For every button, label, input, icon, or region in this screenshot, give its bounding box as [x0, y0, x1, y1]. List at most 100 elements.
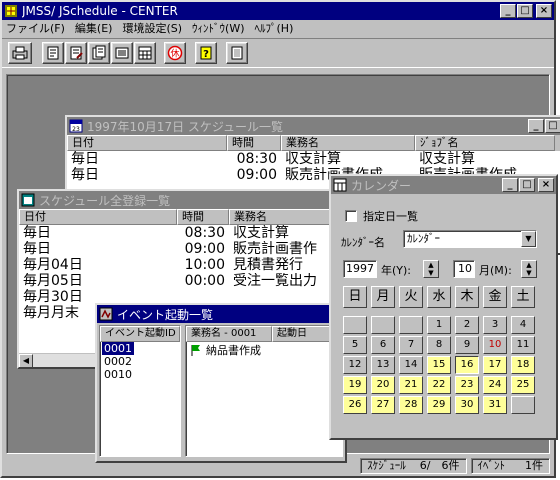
holiday-button[interactable]: 休 [164, 42, 186, 64]
menu-help[interactable]: ﾍﾙﾌﾟ(H) [255, 20, 294, 38]
schedule-list-header: 日付 時間 業務名 ｼﾞｮﾌﾞ名 [67, 135, 560, 151]
maximize-button[interactable]: □ [517, 4, 533, 18]
close-button[interactable]: × [536, 4, 552, 18]
calendar-day[interactable] [371, 316, 395, 334]
column-time[interactable]: 時間 [177, 209, 229, 225]
calendar-day[interactable]: 15 [427, 356, 451, 374]
menu-window[interactable]: ｳｨﾝﾄﾞｳ(W) [192, 20, 244, 38]
calendar-day[interactable]: 17 [483, 356, 507, 374]
year-field[interactable]: 1997 [343, 260, 377, 278]
event-task-list[interactable]: 業務名 - 0001 起動日 納品書作成 [185, 325, 343, 457]
column-date[interactable]: 日付 [67, 135, 227, 151]
minimize-button[interactable]: _ [528, 119, 544, 133]
all-schedules-title-bar[interactable]: スケジュール全登録一覧 [19, 191, 375, 209]
new-schedule-button[interactable] [42, 42, 64, 64]
calendar-name-select[interactable]: ｶﾚﾝﾀﾞｰ ▼ [403, 230, 537, 248]
calendar-day[interactable]: 11 [511, 336, 535, 354]
print-button[interactable] [8, 42, 32, 64]
calendar-day[interactable]: 14 [399, 356, 423, 374]
table-row[interactable]: 毎月05日 00:00 受注一覧出力 [19, 273, 375, 289]
chevron-down-icon[interactable]: ▼ [521, 231, 536, 247]
month-field[interactable]: 10 [453, 260, 475, 278]
maximize-button[interactable]: □ [545, 119, 560, 133]
calendar-day[interactable]: 4 [511, 316, 535, 334]
event-id-list[interactable]: イベント起動ID 0001 0002 0010 [99, 325, 181, 457]
event-list-window: イベント起動一覧 イベント起動ID 0001 0002 0010 業務名 - 0… [95, 303, 347, 463]
calendar-day[interactable]: 3 [483, 316, 507, 334]
calendar-day[interactable]: 19 [343, 376, 367, 394]
year-spinner[interactable]: ▲ ▼ [423, 260, 439, 278]
flag-icon [191, 345, 200, 356]
calendar-button[interactable] [134, 42, 156, 64]
calendar-day[interactable]: 12 [343, 356, 367, 374]
print-icon [12, 46, 28, 60]
calendar-day[interactable]: 26 [343, 396, 367, 414]
calendar-day[interactable] [399, 316, 423, 334]
calendar-day[interactable]: 9 [455, 336, 479, 354]
list-item[interactable]: 0010 [100, 368, 180, 381]
calendar-day[interactable]: 2 [455, 316, 479, 334]
calendar-day[interactable]: 23 [455, 376, 479, 394]
event-start-header: 起動日 [272, 326, 332, 342]
calendar-day[interactable]: 18 [511, 356, 535, 374]
calendar-day[interactable]: 13 [371, 356, 395, 374]
calendar-day[interactable] [511, 396, 535, 414]
table-row[interactable]: 毎日 09:00 販売計画書作 [19, 241, 375, 257]
calendar-day[interactable]: 27 [371, 396, 395, 414]
column-time[interactable]: 時間 [227, 135, 281, 151]
event-list-title-bar[interactable]: イベント起動一覧 [97, 305, 345, 323]
calendar-day[interactable]: 24 [483, 376, 507, 394]
event-id-header: イベント起動ID [100, 326, 180, 342]
menu-settings[interactable]: 環境設定(S) [122, 20, 182, 38]
calendar-day[interactable]: 28 [399, 396, 423, 414]
calendar-day[interactable]: 25 [511, 376, 535, 394]
schedule-list-title-bar[interactable]: 23 1997年10月17日 スケジュール一覧 _ □ [67, 117, 560, 135]
calendar-day[interactable]: 6 [371, 336, 395, 354]
checkbox-box[interactable] [345, 210, 357, 222]
memo-button[interactable] [226, 42, 248, 64]
column-job[interactable]: ｼﾞｮﾌﾞ名 [415, 135, 555, 151]
event-icon [99, 307, 113, 321]
menu-file[interactable]: ファイル(F) [6, 20, 65, 38]
calendar-day[interactable]: 10 [483, 336, 507, 354]
maximize-button[interactable]: □ [519, 178, 535, 192]
calendar-day[interactable]: 20 [371, 376, 395, 394]
specific-day-label: 指定日一覧 [363, 210, 418, 223]
calendar-day[interactable]: 7 [399, 336, 423, 354]
column-date[interactable]: 日付 [19, 209, 177, 225]
calendar-day[interactable]: 31 [483, 396, 507, 414]
minimize-button[interactable]: _ [502, 178, 518, 192]
edit-schedule-button[interactable] [65, 42, 87, 64]
calendar-day[interactable]: 29 [427, 396, 451, 414]
status-bar: ｽｹｼﾞｭｰﾙ 6/ 6件 ｲﾍﾞﾝﾄ 1件 [2, 456, 554, 476]
scroll-left-button[interactable]: ◀ [19, 354, 33, 367]
menu-edit[interactable]: 編集(E) [75, 20, 113, 38]
weekday-header: 月 [371, 286, 395, 308]
calendar-day[interactable]: 22 [427, 376, 451, 394]
calendar-day[interactable] [343, 316, 367, 334]
list-schedule-button[interactable] [88, 42, 110, 64]
calendar-day[interactable]: 30 [455, 396, 479, 414]
status-schedule-count: 6/ 6件 [419, 459, 460, 472]
table-row[interactable]: 毎月04日 10:00 見積書発行 [19, 257, 375, 273]
column-task[interactable]: 業務名 [281, 135, 415, 151]
calendar-day[interactable]: 1 [427, 316, 451, 334]
list-item[interactable]: 0002 [100, 355, 180, 368]
register-button[interactable] [111, 42, 133, 64]
minimize-button[interactable]: _ [500, 4, 516, 18]
table-row[interactable]: 毎日 08:30 収支計算 収支計算 [67, 151, 560, 167]
table-row[interactable]: 毎日 08:30 収支計算 [19, 225, 375, 241]
help-button[interactable]: ? [195, 42, 217, 64]
close-button[interactable]: × [538, 178, 554, 192]
month-spinner[interactable]: ▲ ▼ [521, 260, 537, 278]
calendar-day[interactable]: 8 [427, 336, 451, 354]
calendar-title-bar[interactable]: カレンダー _ □ × [331, 176, 556, 194]
calendar-day[interactable]: 5 [343, 336, 367, 354]
list-item[interactable]: 0001 [100, 342, 180, 355]
calendar-day[interactable]: 21 [399, 376, 423, 394]
weekday-header: 火 [399, 286, 423, 308]
specific-day-checkbox[interactable]: 指定日一覧 [345, 208, 418, 224]
calendar-day[interactable]: 16 [455, 356, 479, 374]
main-title-bar[interactable]: JMSS/ JSchedule - CENTER _ □ × [2, 2, 554, 20]
list-item[interactable]: 納品書作成 [186, 342, 342, 358]
